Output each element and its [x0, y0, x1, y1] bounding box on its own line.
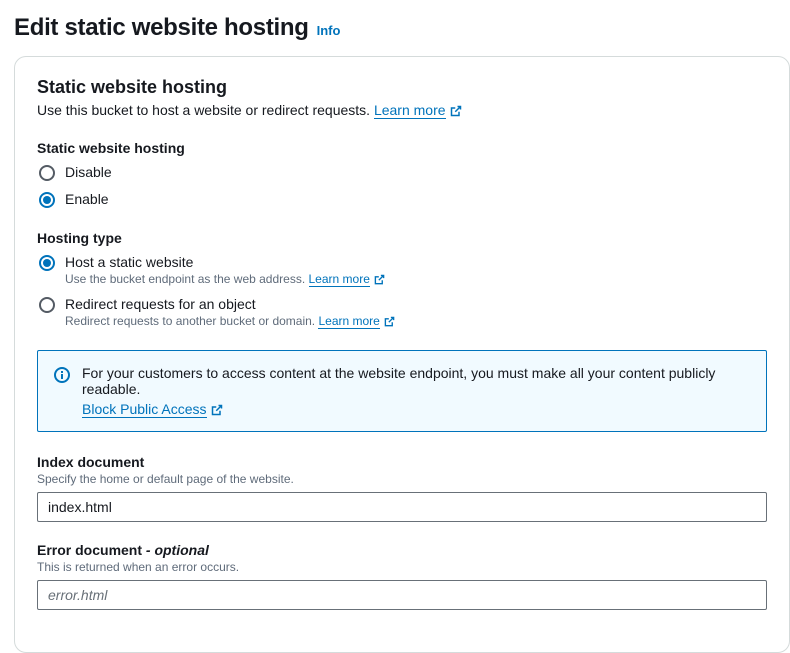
group-label-swh: Static website hosting [37, 140, 767, 156]
radio-sub-text: Redirect requests to another bucket or d… [65, 314, 318, 328]
block-public-access-link[interactable]: Block Public Access [82, 401, 207, 418]
panel-title: Static website hosting [37, 77, 767, 98]
group-static-website-hosting-toggle: Static website hosting Disable Enable [37, 140, 767, 208]
radio-label-disable: Disable [65, 164, 112, 180]
alert-text: For your customers to access content at … [82, 365, 750, 397]
index-document-input[interactable] [37, 492, 767, 522]
radio-sub-text: Use the bucket endpoint as the web addre… [65, 272, 309, 286]
group-label-hosting-type: Hosting type [37, 230, 767, 246]
radio-icon [39, 297, 55, 313]
radio-redirect-requests[interactable]: Redirect requests for an object Redirect… [37, 296, 767, 328]
error-document-sub: This is returned when an error occurs. [37, 560, 767, 574]
radio-sub-host-static: Use the bucket endpoint as the web addre… [65, 272, 385, 286]
error-document-optional: - optional [142, 542, 209, 558]
panel-description: Use this bucket to host a website or red… [37, 102, 767, 118]
field-error-document: Error document - optional This is return… [37, 542, 767, 610]
group-hosting-type: Hosting type Host a static website Use t… [37, 230, 767, 328]
info-icon [54, 367, 70, 383]
radio-icon [39, 192, 55, 208]
info-alert-public-access: For your customers to access content at … [37, 350, 767, 432]
learn-more-link[interactable]: Learn more [318, 314, 379, 329]
external-link-icon [374, 274, 385, 285]
error-document-label-main: Error document [37, 542, 142, 558]
radio-icon [39, 165, 55, 181]
panel-description-text: Use this bucket to host a website or red… [37, 102, 374, 118]
external-link-icon [211, 404, 223, 416]
radio-sub-redirect: Redirect requests to another bucket or d… [65, 314, 395, 328]
error-document-label: Error document - optional [37, 542, 767, 558]
field-index-document: Index document Specify the home or defau… [37, 454, 767, 522]
index-document-sub: Specify the home or default page of the … [37, 472, 767, 486]
external-link-icon [450, 105, 462, 117]
radio-icon [39, 255, 55, 271]
radio-label-redirect: Redirect requests for an object [65, 296, 395, 312]
learn-more-link[interactable]: Learn more [374, 102, 446, 119]
radio-label-enable: Enable [65, 191, 109, 207]
external-link-icon [384, 316, 395, 327]
index-document-label: Index document [37, 454, 767, 470]
radio-host-static-website[interactable]: Host a static website Use the bucket end… [37, 254, 767, 286]
learn-more-link[interactable]: Learn more [309, 272, 370, 287]
page-title: Edit static website hosting [14, 14, 309, 42]
panel-static-website-hosting: Static website hosting Use this bucket t… [14, 56, 790, 653]
info-link[interactable]: Info [317, 23, 341, 38]
radio-enable[interactable]: Enable [37, 191, 767, 208]
radio-disable[interactable]: Disable [37, 164, 767, 181]
radio-label-host-static: Host a static website [65, 254, 385, 270]
